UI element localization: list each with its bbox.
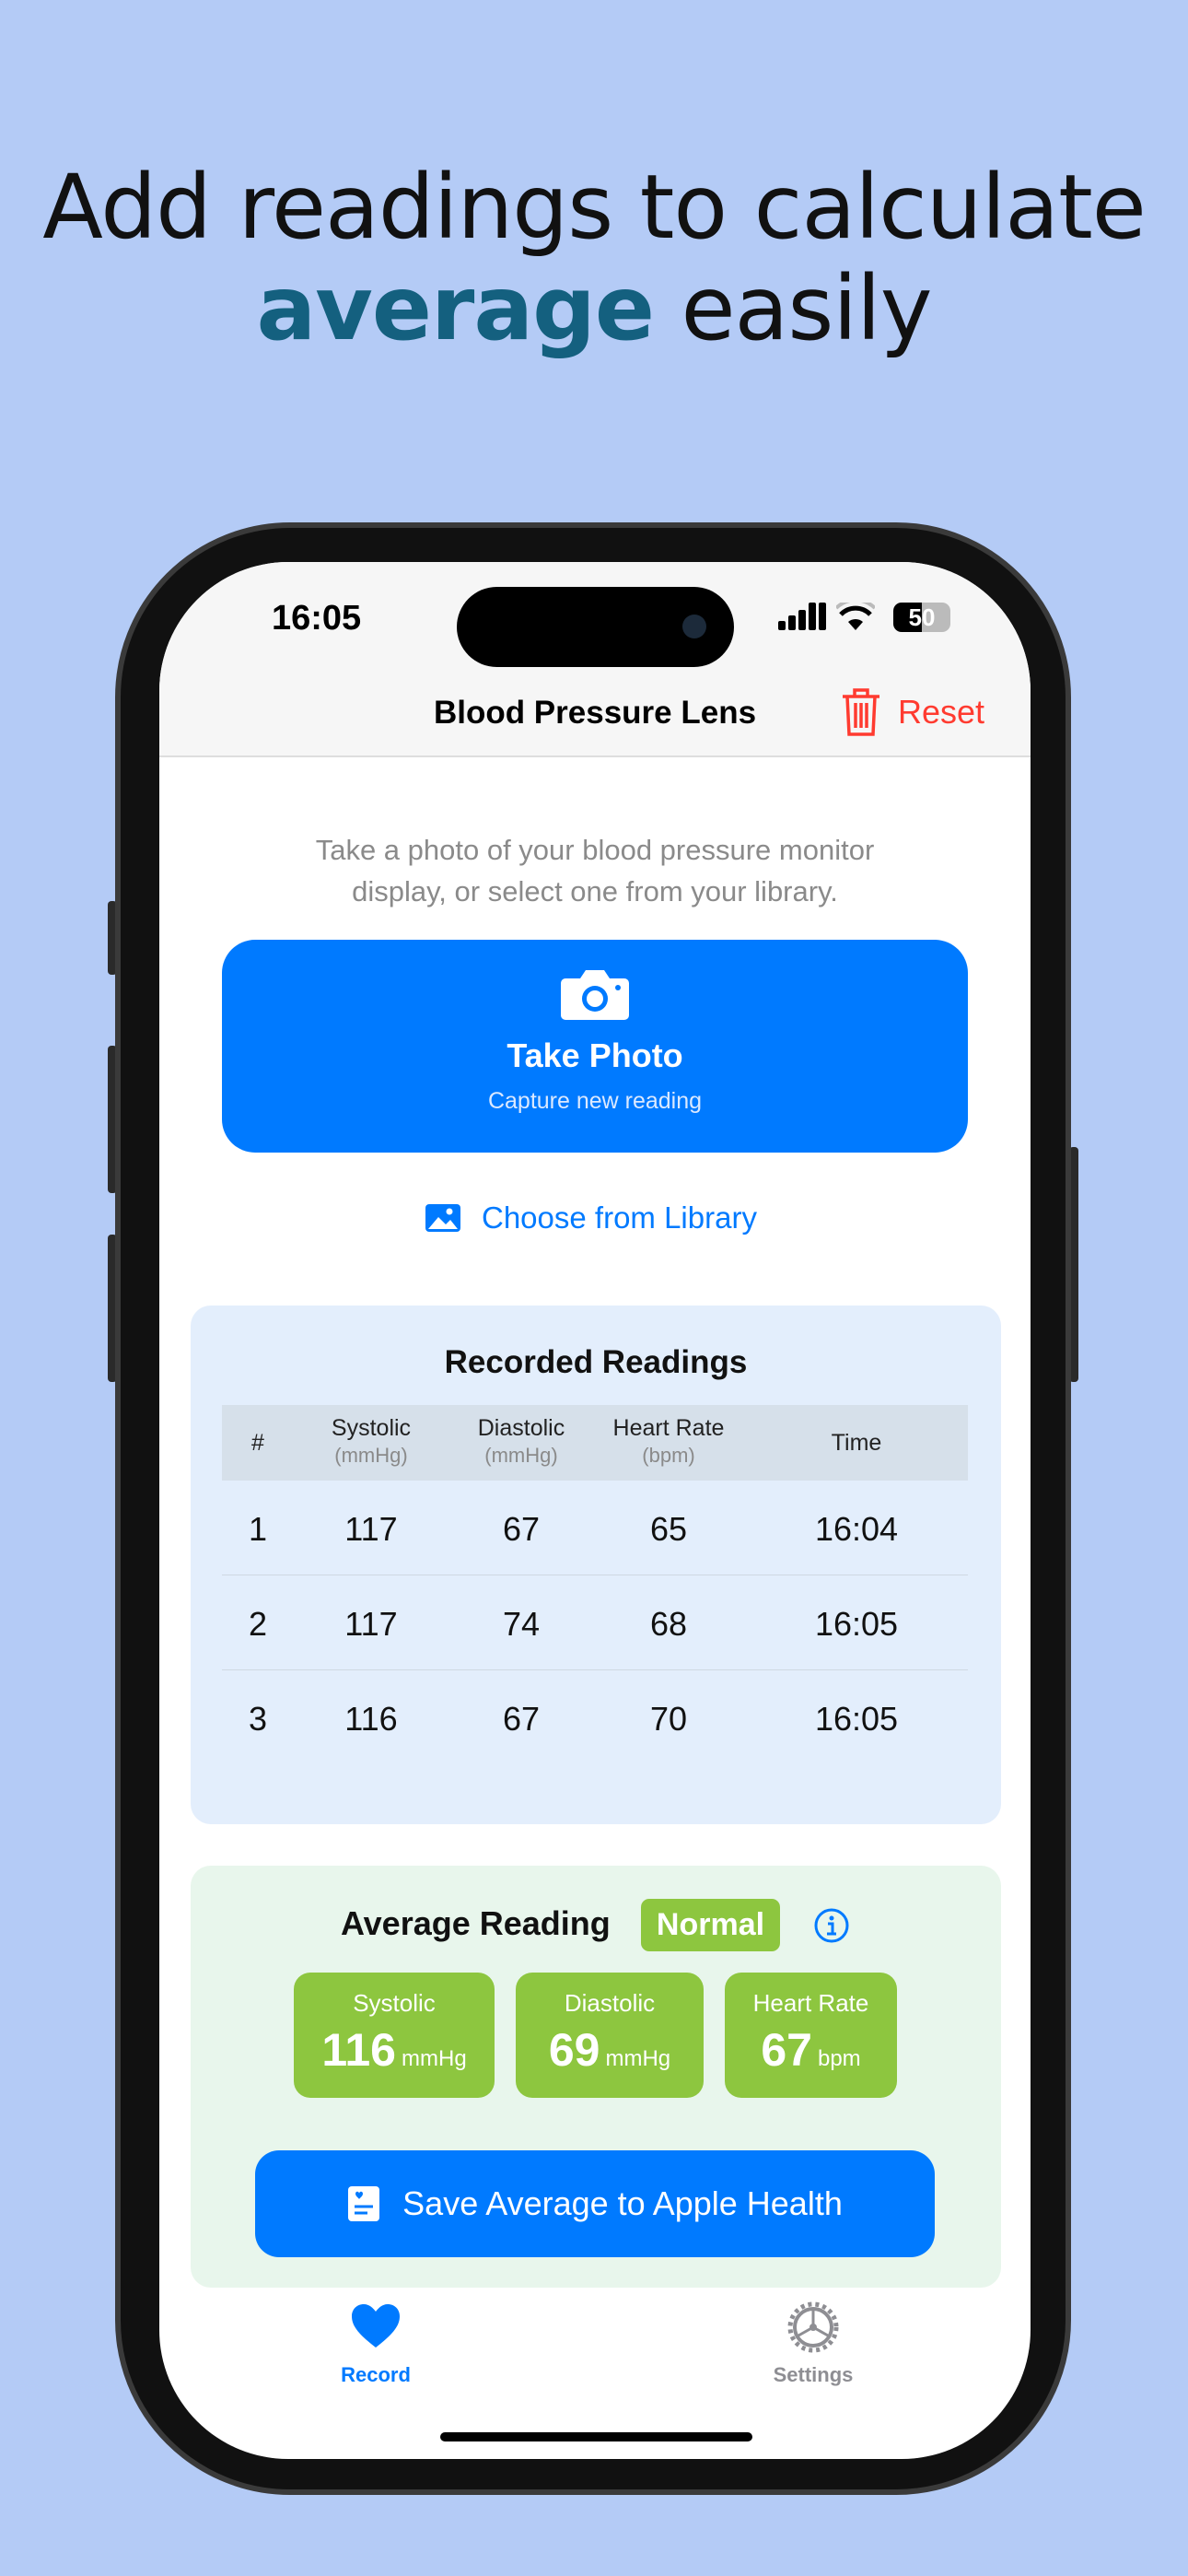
tile-unit: mmHg xyxy=(402,2046,467,2071)
headline-line2: average easily xyxy=(0,258,1188,359)
choose-library-button[interactable]: Choose from Library xyxy=(425,1200,757,1235)
column-header-label: Systolic xyxy=(331,1415,412,1441)
status-time: 16:05 xyxy=(272,599,362,638)
column-header: Heart Rate (bpm) xyxy=(595,1414,742,1469)
instructions: Take a photo of your blood pressure moni… xyxy=(159,829,1031,912)
column-header-label: Time xyxy=(831,1430,882,1456)
camera-icon xyxy=(561,970,629,1020)
battery-icon: 50 xyxy=(893,603,950,632)
table-cell: 117 xyxy=(344,1605,398,1643)
headline: Add readings to calculate average easily xyxy=(0,157,1188,359)
info-icon[interactable] xyxy=(813,1907,850,1944)
average-tile-diastolic: Diastolic 69 mmHg xyxy=(516,1973,704,2098)
wifi-icon xyxy=(836,603,875,630)
health-record-icon xyxy=(348,2186,380,2221)
headline-line1: Add readings to calculate xyxy=(42,156,1147,259)
tile-label: Heart Rate xyxy=(752,1989,869,2017)
reset-label: Reset xyxy=(898,693,985,731)
tile-unit: mmHg xyxy=(605,2046,671,2071)
take-photo-button[interactable]: Take Photo Capture new reading xyxy=(222,940,968,1153)
reset-button[interactable]: Reset xyxy=(841,687,984,737)
camera-lens-icon xyxy=(682,615,706,638)
table-cell: 67 xyxy=(502,1700,541,1738)
dynamic-island xyxy=(457,587,734,667)
take-photo-label: Take Photo xyxy=(507,1036,683,1074)
tile-value-row: 67 bpm xyxy=(725,2023,897,2077)
average-reading-card: Average Reading Normal Systolic 116 mmHg Di… xyxy=(191,1866,1001,2288)
status-badge: Normal xyxy=(641,1899,780,1951)
average-title: Average Reading xyxy=(341,1904,611,1942)
tile-value-row: 69 mmHg xyxy=(516,2023,704,2077)
instructions-line2: display, or select one from your library… xyxy=(352,875,838,907)
gear-icon xyxy=(787,2301,839,2353)
tile-value: 116 xyxy=(321,2024,396,2076)
column-header-unit: (bpm) xyxy=(642,1444,695,1467)
column-header-label: Diastolic xyxy=(477,1415,565,1441)
recorded-readings-card: Recorded Readings # Systolic (mmHg) Diastol… xyxy=(191,1306,1001,1824)
app-screen: 16:05 50 Blood Pressure Lens Reset Take … xyxy=(159,562,1031,2459)
average-tile-systolic: Systolic 116 mmHg xyxy=(294,1973,495,2098)
table-cell: 16:05 xyxy=(814,1700,899,1738)
tab-settings-label: Settings xyxy=(773,2363,854,2386)
column-header-unit: (mmHg) xyxy=(484,1444,558,1467)
column-header: Systolic (mmHg) xyxy=(297,1414,445,1469)
signal-icon xyxy=(778,603,826,630)
tile-value-row: 116 mmHg xyxy=(294,2023,495,2077)
tab-settings[interactable]: Settings xyxy=(758,2301,868,2387)
table-cell: 16:04 xyxy=(814,1510,899,1548)
headline-highlight: average xyxy=(256,257,655,360)
headline-rest: easily xyxy=(653,257,932,360)
save-to-health-button[interactable]: Save Average to Apple Health xyxy=(255,2150,935,2257)
instructions-line1: Take a photo of your blood pressure moni… xyxy=(315,834,875,866)
average-tile-heart-rate: Heart Rate 67 bpm xyxy=(725,1973,897,2098)
column-header-label: # xyxy=(251,1430,264,1456)
home-indicator xyxy=(440,2432,752,2441)
table-cell: 16:05 xyxy=(814,1605,899,1643)
table-cell: 65 xyxy=(649,1510,688,1548)
column-header: Diastolic (mmHg) xyxy=(448,1414,595,1469)
column-header: Time xyxy=(783,1429,930,1457)
tile-value: 69 xyxy=(548,2024,600,2076)
tile-label: Diastolic xyxy=(564,1989,656,2017)
save-label: Save Average to Apple Health xyxy=(402,2184,843,2222)
table-cell: 68 xyxy=(649,1605,688,1643)
navigation-bar: 16:05 50 Blood Pressure Lens Reset xyxy=(159,562,1031,757)
table-cell: 116 xyxy=(344,1700,398,1738)
trash-icon xyxy=(843,688,879,736)
choose-library-label: Choose from Library xyxy=(482,1200,757,1235)
heart-icon xyxy=(352,2304,400,2348)
tile-label: Systolic xyxy=(353,1989,436,2017)
column-header-unit: (mmHg) xyxy=(334,1444,408,1467)
take-photo-sublabel: Capture new reading xyxy=(487,1088,703,1114)
tile-unit: bpm xyxy=(817,2046,861,2071)
table-cell: 70 xyxy=(649,1700,688,1738)
readings-title: Recorded Readings xyxy=(444,1344,748,1380)
table-cell: 117 xyxy=(344,1510,398,1548)
column-header-label: Heart Rate xyxy=(612,1415,725,1441)
tile-value: 67 xyxy=(761,2024,812,2076)
photo-icon xyxy=(425,1204,460,1232)
tab-record-label: Record xyxy=(341,2363,411,2386)
table-cell: 67 xyxy=(502,1510,541,1548)
tab-record[interactable]: Record xyxy=(320,2303,431,2387)
table-cell: 74 xyxy=(502,1605,541,1643)
